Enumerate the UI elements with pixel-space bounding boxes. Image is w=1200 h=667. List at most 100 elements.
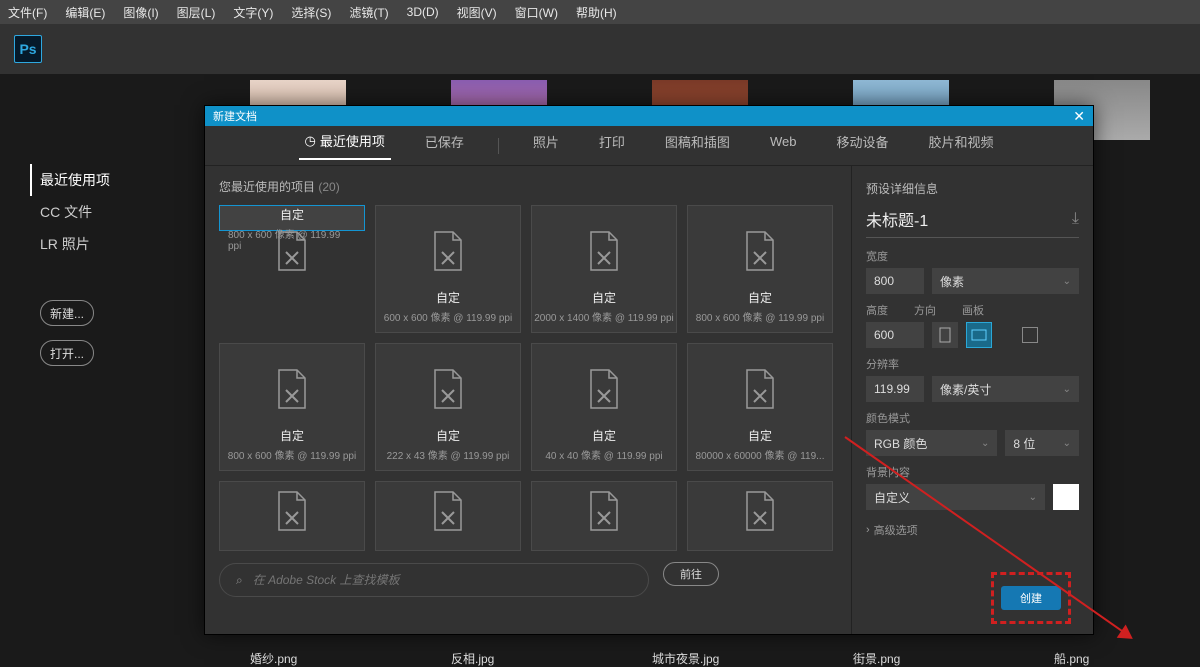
preset-item[interactable]: 自定 2000 x 1400 像素 @ 119.99 ppi	[531, 205, 677, 333]
document-icon	[275, 490, 309, 535]
stock-search-input[interactable]	[253, 573, 632, 587]
preset-dim: 222 x 43 像素 @ 119.99 ppi	[387, 447, 510, 462]
thumb-label: 城市夜景.jpg	[652, 650, 748, 667]
bg-select[interactable]: 自定义⌄	[866, 484, 1045, 510]
tab-film[interactable]: 胶片和视频	[922, 132, 999, 159]
bit-depth-select[interactable]: 8 位⌄	[1005, 430, 1079, 456]
menu-edit[interactable]: 编辑(E)	[65, 4, 105, 21]
advanced-toggle[interactable]: ›高级选项	[866, 522, 1079, 538]
preset-name: 自定	[436, 427, 460, 444]
menu-layer[interactable]: 图层(L)	[177, 4, 216, 21]
preset-name: 自定	[436, 289, 460, 306]
menu-3d[interactable]: 3D(D)	[407, 5, 439, 19]
preset-name: 自定	[592, 289, 616, 306]
presets-heading: 您最近使用的项目 (20)	[219, 178, 837, 195]
orient-portrait[interactable]	[932, 322, 958, 348]
chevron-down-icon: ⌄	[981, 438, 989, 449]
preset-name: 自定	[748, 289, 772, 306]
preset-name: 自定	[592, 427, 616, 444]
preset-name: 自定	[280, 206, 304, 223]
preset-dim: 800 x 600 像素 @ 119.99 ppi	[696, 309, 824, 324]
orient-label: 方向	[914, 302, 936, 318]
preset-item[interactable]: 自定80000 x 60000 像素 @ 119...	[687, 343, 833, 471]
sidebar-lr-photos[interactable]: LR 照片	[40, 228, 200, 260]
document-icon	[431, 368, 465, 413]
menu-help[interactable]: 帮助(H)	[576, 4, 617, 21]
create-highlight: 创建	[991, 572, 1071, 624]
tab-saved[interactable]: 已保存	[419, 132, 470, 159]
menu-view[interactable]: 视图(V)	[457, 4, 497, 21]
chevron-right-icon: ›	[866, 524, 870, 536]
document-icon	[275, 230, 309, 275]
new-button[interactable]: 新建...	[40, 300, 94, 326]
preset-dim: 2000 x 1400 像素 @ 119.99 ppi	[534, 309, 674, 324]
menu-window[interactable]: 窗口(W)	[515, 4, 558, 21]
toolbar: Ps	[0, 24, 1200, 74]
preset-item[interactable]	[687, 481, 833, 551]
thumb-label: 船.png	[1054, 650, 1150, 667]
thumb-label: 婚纱.png	[250, 650, 346, 667]
create-button[interactable]: 创建	[1001, 586, 1061, 610]
orient-landscape[interactable]	[966, 322, 992, 348]
tab-art[interactable]: 图稿和插图	[659, 132, 736, 159]
preset-item[interactable]	[531, 481, 677, 551]
tab-photo[interactable]: 照片	[527, 132, 565, 159]
preset-name: 自定	[280, 427, 304, 444]
open-button[interactable]: 打开...	[40, 340, 94, 366]
thumb-label: 反相.jpg	[451, 650, 547, 667]
tab-web[interactable]: Web	[764, 134, 803, 157]
preset-dim: 40 x 40 像素 @ 119.99 ppi	[545, 447, 662, 462]
preset-item[interactable]: 自定 40 x 40 像素 @ 119.99 ppi	[531, 343, 677, 471]
preset-item[interactable]: 自定 222 x 43 像素 @ 119.99 ppi	[375, 343, 521, 471]
menu-file[interactable]: 文件(F)	[8, 4, 47, 21]
color-mode-select[interactable]: RGB 颜色⌄	[866, 430, 997, 456]
res-label: 分辨率	[866, 356, 1079, 372]
res-unit-select[interactable]: 像素/英寸⌄	[932, 376, 1079, 402]
dialog-titlebar: 新建文档 ✕	[205, 106, 1093, 126]
artboard-checkbox[interactable]	[1022, 327, 1038, 343]
artboard-label: 画板	[962, 302, 984, 318]
preset-item[interactable]: 自定 800 x 600 像素 @ 119.99 ppi	[687, 205, 833, 333]
dialog-tabs: ◷最近使用项 已保存 照片 打印 图稿和插图 Web 移动设备 胶片和视频	[205, 126, 1093, 166]
save-preset-icon[interactable]: ⤓	[1072, 210, 1079, 228]
bg-color-swatch[interactable]	[1053, 484, 1079, 510]
tab-mobile[interactable]: 移动设备	[830, 132, 894, 159]
res-input[interactable]	[866, 376, 924, 402]
tab-print[interactable]: 打印	[593, 132, 631, 159]
new-document-dialog: 新建文档 ✕ ◷最近使用项 已保存 照片 打印 图稿和插图 Web 移动设备 胶…	[204, 105, 1094, 635]
chevron-down-icon: ⌄	[1063, 276, 1071, 287]
preset-item[interactable]: 自定800 x 600 像素 @ 119.99 ppi	[219, 343, 365, 471]
menu-select[interactable]: 选择(S)	[291, 4, 331, 21]
menu-image[interactable]: 图像(I)	[123, 4, 158, 21]
menubar: 文件(F) 编辑(E) 图像(I) 图层(L) 文字(Y) 选择(S) 滤镜(T…	[0, 0, 1200, 24]
document-name[interactable]: 未标题-1	[866, 207, 928, 231]
height-input[interactable]	[866, 322, 924, 348]
go-button[interactable]: 前往	[663, 562, 719, 586]
width-input[interactable]	[866, 268, 924, 294]
color-label: 颜色模式	[866, 410, 1079, 426]
app-logo: Ps	[14, 35, 42, 63]
chevron-down-icon: ⌄	[1029, 492, 1037, 503]
document-icon	[431, 490, 465, 535]
document-icon	[743, 490, 777, 535]
preset-dim: 600 x 600 像素 @ 119.99 ppi	[384, 309, 512, 324]
preset-item[interactable]	[219, 481, 365, 551]
tab-recent[interactable]: ◷最近使用项	[299, 131, 391, 160]
dialog-title: 新建文档	[213, 108, 257, 124]
unit-select[interactable]: 像素⌄	[932, 268, 1079, 294]
preset-name: 自定	[748, 427, 772, 444]
preset-item[interactable]: 自定 600 x 600 像素 @ 119.99 ppi	[375, 205, 521, 333]
sidebar-recent[interactable]: 最近使用项	[30, 164, 200, 196]
document-icon	[587, 230, 621, 275]
thumb-label: 街景.png	[853, 650, 949, 667]
document-icon	[743, 368, 777, 413]
preset-item[interactable]: 自定800 x 600 像素 @ 119.99 ppi	[219, 205, 365, 231]
menu-filter[interactable]: 滤镜(T)	[349, 4, 388, 21]
stock-search[interactable]: ⌕	[219, 563, 649, 597]
document-icon	[275, 368, 309, 413]
document-icon	[587, 368, 621, 413]
close-icon[interactable]: ✕	[1073, 108, 1085, 125]
sidebar-cc-files[interactable]: CC 文件	[40, 196, 200, 228]
preset-item[interactable]	[375, 481, 521, 551]
menu-type[interactable]: 文字(Y)	[233, 4, 273, 21]
